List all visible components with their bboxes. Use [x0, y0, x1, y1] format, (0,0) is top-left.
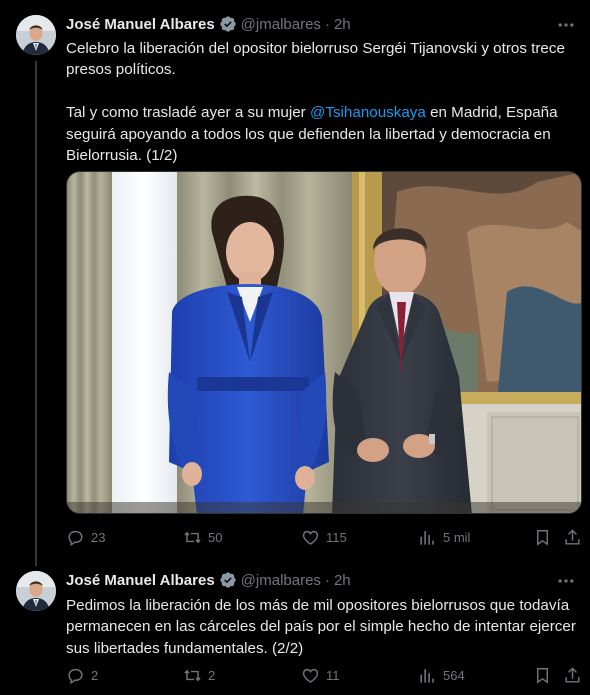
timeline: José Manuel Albares @jmalbares · 2h Cele…	[0, 0, 590, 695]
share-icon	[565, 528, 580, 545]
tweet-text-line: permanecen en las cárceles del país por …	[66, 618, 576, 636]
reply-count: 23	[91, 529, 106, 545]
timestamp[interactable]: 2h	[334, 16, 351, 33]
verified-badge-icon	[219, 571, 237, 589]
tweet-text-line: seguirá apoyando a todos los que defiend…	[66, 125, 551, 143]
views-button[interactable]: 5 mil	[418, 526, 470, 548]
bookmark-button[interactable]	[533, 526, 552, 548]
repost-count: 2	[208, 667, 216, 683]
tweet-header: José Manuel Albares @jmalbares · 2h	[66, 570, 351, 590]
bookmark-icon	[537, 529, 548, 546]
like-button[interactable]: 115	[301, 526, 347, 548]
tweet-text-segment: Tal y como trasladé ayer a su mujer	[66, 104, 310, 122]
share-button[interactable]	[563, 526, 582, 548]
like-button[interactable]: 11	[301, 664, 340, 686]
repost-icon	[184, 669, 201, 681]
views-count: 564	[443, 667, 465, 683]
reply-icon	[68, 668, 83, 684]
repost-icon	[184, 531, 201, 543]
more-horizontal-icon[interactable]	[556, 571, 576, 591]
tweet-actions: 23 50 115 5 mil	[66, 526, 582, 548]
bookmark-icon	[537, 667, 548, 684]
separator-dot: ·	[324, 15, 330, 33]
views-button[interactable]: 564	[418, 664, 465, 686]
reply-button[interactable]: 2	[66, 664, 98, 686]
views-icon	[420, 530, 434, 545]
tweet-photo[interactable]	[66, 171, 582, 514]
timestamp[interactable]: 2h	[334, 572, 351, 589]
tweet-text-line: Tal y como trasladé ayer a su mujer @Tsi…	[66, 102, 576, 123]
avatar[interactable]	[16, 15, 56, 55]
tweet-text: Celebro la liberación del opositor bielo…	[66, 38, 576, 166]
separator-dot: ·	[324, 571, 330, 589]
share-button[interactable]	[563, 664, 582, 686]
reply-icon	[68, 530, 83, 546]
tweet-text-segment: en Madrid, España	[425, 104, 558, 122]
author-name[interactable]: José Manuel Albares	[66, 572, 215, 589]
tweet-2[interactable]: José Manuel Albares @jmalbares · 2h Pedi…	[0, 560, 590, 695]
mention-link[interactable]: @Tsihanouskaya	[310, 104, 426, 121]
author-handle[interactable]: @jmalbares	[241, 16, 321, 33]
tweet-actions: 2 2 11 564	[66, 664, 582, 686]
tweet-header: José Manuel Albares @jmalbares · 2h	[66, 14, 351, 34]
tweet-text-line: sus libertades fundamentales. (2/2)	[66, 639, 304, 657]
repost-button[interactable]: 2	[183, 664, 215, 686]
tweet-1[interactable]: José Manuel Albares @jmalbares · 2h Cele…	[0, 0, 590, 566]
verified-badge-icon	[219, 15, 237, 33]
like-count: 115	[326, 529, 347, 545]
reply-count: 2	[91, 667, 99, 683]
author-handle[interactable]: @jmalbares	[241, 572, 321, 589]
like-icon	[302, 530, 319, 545]
more-horizontal-icon[interactable]	[556, 15, 576, 35]
tweet-text: Pedimos la liberación de los más de mil …	[66, 595, 576, 659]
share-icon	[565, 666, 580, 683]
bookmark-button[interactable]	[533, 664, 552, 686]
thread-connector-line	[35, 61, 37, 566]
like-count: 11	[326, 667, 340, 683]
repost-count: 50	[208, 529, 223, 545]
author-name[interactable]: José Manuel Albares	[66, 16, 215, 33]
tweet-text-line: presos políticos.	[66, 61, 176, 79]
views-count: 5 mil	[443, 529, 471, 545]
tweet-text-line: Celebro la liberación del opositor bielo…	[66, 40, 565, 57]
avatar[interactable]	[16, 571, 56, 611]
repost-button[interactable]: 50	[183, 526, 222, 548]
reply-button[interactable]: 23	[66, 526, 105, 548]
tweet-text-line: Pedimos la liberación de los más de mil …	[66, 597, 570, 614]
tweet-text-line: Bielorrusia. (1/2)	[66, 147, 178, 165]
views-icon	[420, 668, 434, 683]
like-icon	[302, 668, 319, 683]
